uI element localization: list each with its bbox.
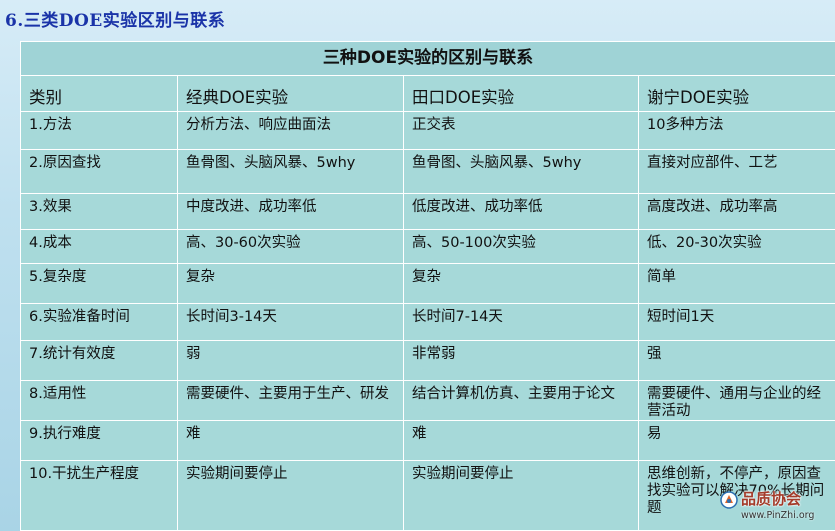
table-cell: 难 [403,420,639,461]
row-category-cell: 2.原因查找 [20,149,178,194]
table-cell: 强 [638,340,835,381]
table-row: 10.干扰生产程度 实验期间要停止 实验期间要停止 思维创新，不停产，原因查找实验可以… [20,460,835,531]
row-category-cell: 4.成本 [20,229,178,264]
table-row: 3.效果 中度改进、成功率低 低度改进、成功率低 高度改进、成功率高 [20,193,835,230]
row-category-cell: 6.实验准备时间 [20,303,178,341]
table-header-row: 类别 经典DOE实验 田口DOE实验 谢宁DOE实验 [20,75,835,112]
table-cell: 低、20-30次实验 [638,229,835,264]
table-cell: 高、50-100次实验 [403,229,639,264]
table-row: 4.成本 高、30-60次实验 高、50-100次实验 低、20-30次实验 [20,229,835,264]
row-category-cell: 3.效果 [20,193,178,230]
watermark-name: 品质协会 [741,490,802,508]
table-cell: 实验期间要停止 [177,460,404,531]
table-cell: 结合计算机仿真、主要用于论文 [403,380,639,421]
watermark: 品质协会 www.PinZhi.org [719,488,829,528]
row-category-cell: 1.方法 [20,111,178,150]
page-heading: 6.三类DOE实验区别与联系 [5,11,226,31]
table-row: 9.执行难度难难易 [20,420,835,461]
table-cell: 鱼骨图、头脑风暴、5why [403,149,639,194]
row-category-cell: 8.适用性 [20,380,178,421]
table-row: 8.适用性 需要硬件、主要用于生产、研发 结合计算机仿真、主要用于论文 需要硬件、通用… [20,380,835,421]
table-cell: 实验期间要停止 [403,460,639,531]
column-header: 田口DOE实验 [403,75,639,112]
row-category-cell: 10.干扰生产程度 [20,460,178,531]
table-cell: 10多种方法 [638,111,835,150]
table-cell: 简单 [638,263,835,304]
table-cell: 长时间7-14天 [403,303,639,341]
table-body: 类别 经典DOE实验 田口DOE实验 谢宁DOE实验 1.方法 分析方法、响应曲面法 正交表… [20,75,835,531]
table-cell: 直接对应部件、工艺 [638,149,835,194]
table-cell: 分析方法、响应曲面法 [177,111,404,150]
column-header: 谢宁DOE实验 [638,75,835,112]
table-title: 三种DOE实验的区别与联系 [20,41,835,76]
pinzhi-logo-icon [720,491,738,509]
table-cell: 鱼骨图、头脑风暴、5why [177,149,404,194]
table-cell: 复杂 [403,263,639,304]
comparison-table: 三种DOE实验的区别与联系 类别 经典DOE实验 田口DOE实验 谢宁DOE实验 1.方… [20,41,835,531]
row-category-cell: 9.执行难度 [20,420,178,461]
column-header: 经典DOE实验 [177,75,404,112]
table-cell: 弱 [177,340,404,381]
table-cell: 高、30-60次实验 [177,229,404,264]
table-cell: 短时间1天 [638,303,835,341]
column-header: 类别 [20,75,178,112]
table-row: 6.实验准备时间 长时间3-14天 长时间7-14天 短时间1天 [20,303,835,341]
table-row: 7.统计有效度弱非常弱强 [20,340,835,381]
row-category-cell: 5.复杂度 [20,263,178,304]
table-cell: 长时间3-14天 [177,303,404,341]
table-row: 2.原因查找 鱼骨图、头脑风暴、5why 鱼骨图、头脑风暴、5why 直接对应部件、工… [20,149,835,194]
table-cell: 需要硬件、主要用于生产、研发 [177,380,404,421]
table-cell: 易 [638,420,835,461]
table-row: 5.复杂度 复杂 复杂 简单 [20,263,835,304]
table-cell: 高度改进、成功率高 [638,193,835,230]
watermark-url: www.PinZhi.org [741,510,815,521]
table-title-row: 三种DOE实验的区别与联系 [20,41,835,76]
table-cell: 非常弱 [403,340,639,381]
table-cell: 需要硬件、通用与企业的经营活动 [638,380,835,421]
table-cell: 低度改进、成功率低 [403,193,639,230]
table-cell: 复杂 [177,263,404,304]
table-cell: 正交表 [403,111,639,150]
row-category-cell: 7.统计有效度 [20,340,178,381]
table-row: 1.方法 分析方法、响应曲面法 正交表 10多种方法 [20,111,835,150]
comparison-table-container: 三种DOE实验的区别与联系 类别 经典DOE实验 田口DOE实验 谢宁DOE实验 1.方… [20,41,835,531]
table-cell: 中度改进、成功率低 [177,193,404,230]
table-cell: 难 [177,420,404,461]
